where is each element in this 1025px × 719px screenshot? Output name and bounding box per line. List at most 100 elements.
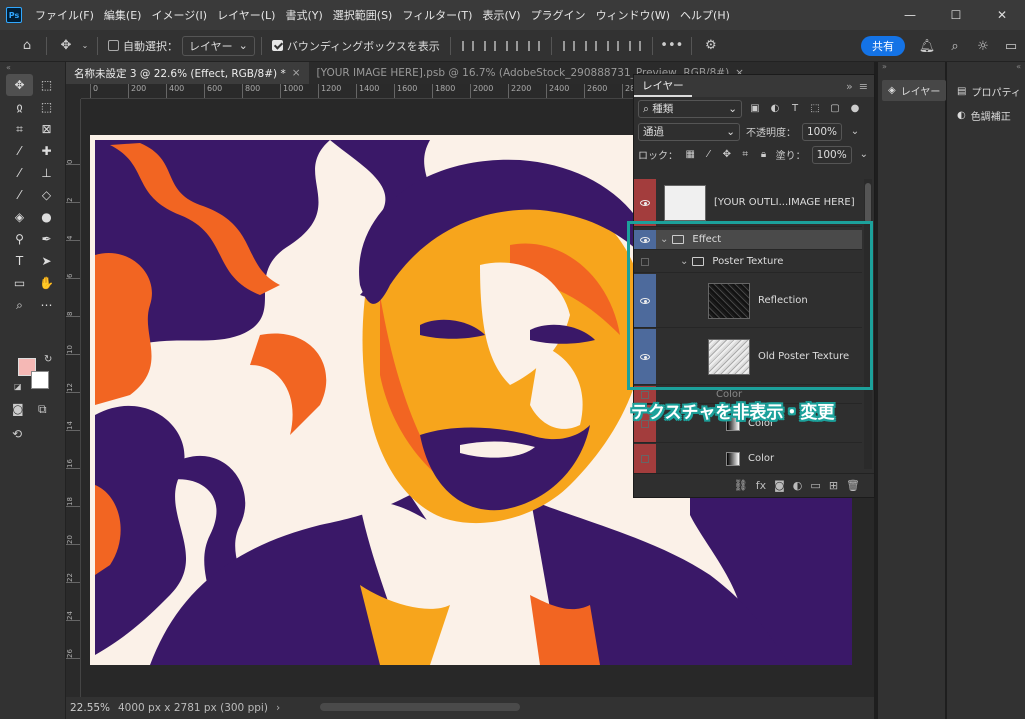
background-color-swatch[interactable] <box>31 371 49 389</box>
menu-image[interactable]: イメージ(I) <box>146 7 212 23</box>
visibility-toggle[interactable] <box>634 179 656 226</box>
chevron-right-icon[interactable]: › <box>276 702 280 714</box>
align-center-icon[interactable] <box>479 36 501 56</box>
lock-transparent-icon[interactable]: ▦ <box>684 148 696 162</box>
menu-type[interactable]: 書式(Y) <box>280 7 327 23</box>
type-tool-icon[interactable]: T <box>6 250 33 272</box>
chevron-down-icon[interactable]: ⌄ <box>79 34 91 58</box>
frame-tool-icon[interactable]: ⊠ <box>33 118 60 140</box>
filter-shape-icon[interactable]: ⬚ <box>808 102 822 116</box>
align-bottom-icon[interactable] <box>602 36 624 56</box>
chevron-down-icon[interactable]: ⌄ <box>858 148 870 162</box>
link-icon[interactable]: ⛓ <box>734 479 748 492</box>
new-layer-icon[interactable]: ⊞ <box>829 479 838 492</box>
eyedropper-icon[interactable]: ⁄ <box>6 140 33 162</box>
hand-tool-icon[interactable]: ✋ <box>33 272 60 294</box>
layer-filter-dropdown[interactable]: ⌕ 種類 ⌄ <box>638 99 742 118</box>
zoom-tool-icon[interactable]: ⌕ <box>6 294 33 316</box>
auto-select-dropdown[interactable]: レイヤー ⌄ <box>182 35 255 56</box>
collapse-icon[interactable]: « <box>0 62 65 74</box>
minimize-button[interactable]: — <box>887 0 933 30</box>
dock-adjustments-button[interactable]: ◐ 色調補正 <box>957 108 1011 123</box>
home-icon[interactable]: ⌂ <box>14 34 40 58</box>
tab-document-1[interactable]: 名称未設定 3 @ 22.6% (Effect, RGB/8#) * × <box>66 62 309 84</box>
filter-type-icon[interactable]: T <box>788 102 802 116</box>
align-left-icon[interactable] <box>457 36 479 56</box>
lock-all-icon[interactable]: 🔒︎ <box>757 148 769 162</box>
folder-icon[interactable]: ▭ <box>810 479 820 492</box>
filter-adjustment-icon[interactable]: ◐ <box>768 102 782 116</box>
brush-tool-icon[interactable]: ⁄ <box>6 162 33 184</box>
dock-layers-button[interactable]: ◈ レイヤー <box>882 80 947 101</box>
notification-bell-icon[interactable]: 🔔︎ <box>913 39 941 54</box>
menu-plugins[interactable]: プラグイン <box>526 7 591 23</box>
bounding-box-checkbox[interactable]: バウンディングボックスを表示 <box>271 38 440 54</box>
expand-icon[interactable]: » <box>846 80 853 93</box>
discover-icon[interactable]: ☼ <box>969 39 997 54</box>
menu-select[interactable]: 選択範囲(S) <box>328 7 398 23</box>
menu-layer[interactable]: レイヤー(L) <box>212 7 280 23</box>
quick-mask-icon[interactable]: ◙ <box>12 402 24 416</box>
menu-edit[interactable]: 編集(E) <box>99 7 147 23</box>
path-select-icon[interactable]: ➤ <box>33 250 60 272</box>
align-top-icon[interactable] <box>558 36 580 56</box>
more-tools-icon[interactable]: ⋯ <box>33 294 60 316</box>
lock-artboard-icon[interactable]: ⌗ <box>739 148 751 162</box>
dock-properties-button[interactable]: ▤ プロパティ <box>957 84 1021 99</box>
swap-colors-icon[interactable]: ↻ <box>44 354 52 365</box>
fx-icon[interactable]: fx <box>756 479 766 492</box>
align-middle-icon[interactable] <box>580 36 602 56</box>
close-button[interactable]: ✕ <box>979 0 1025 30</box>
zoom-level[interactable]: 22.55% <box>66 702 118 714</box>
share-button[interactable]: 共有 <box>861 36 905 56</box>
align-right-icon[interactable] <box>501 36 523 56</box>
distribute-vertical-icon[interactable] <box>624 36 646 56</box>
chevron-down-icon[interactable]: ⌄ <box>848 125 862 139</box>
eraser-icon[interactable]: ◇ <box>33 184 60 206</box>
default-colors-icon[interactable]: ◪ <box>14 382 22 391</box>
filter-toggle-icon[interactable]: ● <box>848 102 862 116</box>
mask-icon[interactable]: ◙ <box>774 479 785 492</box>
healing-brush-icon[interactable]: ✚ <box>33 140 60 162</box>
blend-mode-dropdown[interactable]: 通過 ⌄ <box>638 122 740 141</box>
edit-toolbar-icon[interactable]: ⟲ <box>12 427 22 441</box>
lasso-tool-icon[interactable]: ჲ <box>6 96 33 118</box>
close-icon[interactable]: × <box>292 67 301 79</box>
more-options-button[interactable]: ••• <box>659 34 685 58</box>
screen-mode-icon[interactable]: ⧉ <box>38 402 47 417</box>
pen-tool-icon[interactable]: ✒ <box>33 228 60 250</box>
menu-view[interactable]: 表示(V) <box>477 7 525 23</box>
history-brush-icon[interactable]: ⁄ <box>6 184 33 206</box>
panel-menu-icon[interactable]: ≡ <box>859 80 868 93</box>
filter-pixel-icon[interactable]: ▣ <box>748 102 762 116</box>
layer-row[interactable]: [YOUR OUTLI...IMAGE HERE] <box>634 179 862 227</box>
distribute-horizontal-icon[interactable] <box>523 36 545 56</box>
tab-layers[interactable]: レイヤー <box>634 75 692 97</box>
menu-file[interactable]: ファイル(F) <box>30 7 99 23</box>
collapse-icon[interactable]: » <box>882 62 887 74</box>
layer-row[interactable]: Color <box>634 444 862 474</box>
stamp-tool-icon[interactable]: ⊥ <box>33 162 60 184</box>
move-tool-icon[interactable]: ✥ <box>53 34 79 58</box>
search-icon[interactable]: ⌕ <box>941 39 969 54</box>
object-select-icon[interactable]: ⬚ <box>33 96 60 118</box>
trash-icon[interactable]: 🗑︎ <box>846 479 860 492</box>
collapse-icon[interactable]: « <box>1016 62 1021 74</box>
lock-position-icon[interactable]: ✥ <box>721 148 733 162</box>
menu-window[interactable]: ウィンドウ(W) <box>591 7 675 23</box>
move-tool-icon[interactable]: ✥ <box>6 74 33 96</box>
opacity-input[interactable]: 100% <box>802 122 842 141</box>
rectangle-tool-icon[interactable]: ▭ <box>6 272 33 294</box>
menu-filter[interactable]: フィルター(T) <box>397 7 477 23</box>
filter-smart-object-icon[interactable]: ▢ <box>828 102 842 116</box>
fill-input[interactable]: 100% <box>811 145 852 164</box>
lock-image-icon[interactable]: ⁄ <box>702 148 714 162</box>
paint-bucket-icon[interactable]: ◈ <box>6 206 33 228</box>
horizontal-scrollbar[interactable] <box>320 703 520 711</box>
visibility-toggle[interactable] <box>634 444 656 473</box>
crop-tool-icon[interactable]: ⌗ <box>6 118 33 140</box>
blur-tool-icon[interactable]: ● <box>33 206 60 228</box>
marquee-tool-icon[interactable]: ⬚ <box>33 74 60 96</box>
maximize-button[interactable]: ☐ <box>933 0 979 30</box>
auto-select-checkbox[interactable]: 自動選択： <box>108 38 178 54</box>
